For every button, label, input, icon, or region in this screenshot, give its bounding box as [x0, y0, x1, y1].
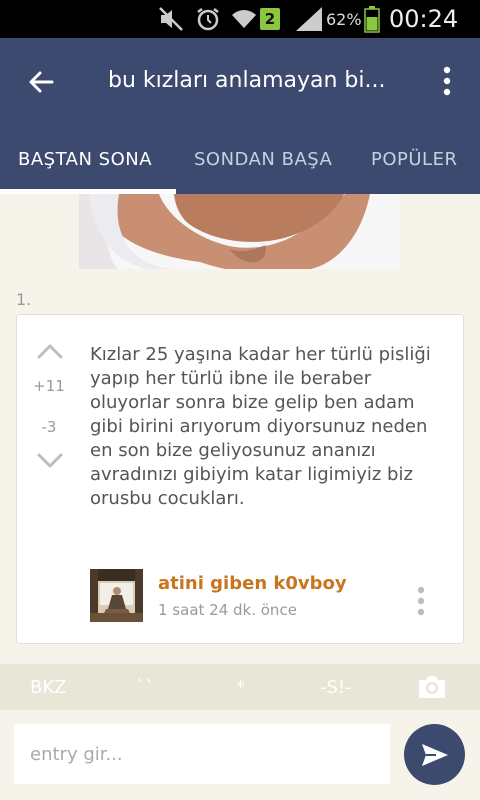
entry-number: 1. [16, 290, 32, 309]
notification-badge: 2 [260, 0, 280, 38]
topic-title: bu kızları anlamayan bi... [108, 68, 386, 93]
post-image[interactable] [79, 194, 400, 269]
status-bar: 2 62% 00:24 [0, 0, 480, 38]
send-icon [421, 743, 448, 766]
tab-populer[interactable]: POPÜLER [371, 124, 457, 194]
shortcut-bar: BKZ `` * -S!- [0, 664, 480, 710]
avatar[interactable] [90, 569, 143, 622]
signal-icon [294, 0, 324, 38]
alarm-icon [195, 0, 221, 38]
entry-overflow-menu-icon[interactable] [414, 585, 428, 617]
compose-area [0, 710, 480, 800]
tab-sondan-basa[interactable]: SONDAN BAŞA [194, 124, 332, 194]
downvote-count: -3 [41, 418, 57, 436]
back-arrow-icon[interactable] [22, 62, 62, 102]
clock: 00:24 [389, 5, 459, 33]
camera-icon[interactable] [416, 664, 448, 710]
downvote-chevron-icon[interactable] [37, 451, 63, 471]
battery-percent: 62% [326, 9, 362, 29]
shortcut-spoiler-button[interactable]: -S!- [320, 664, 352, 710]
battery-icon [364, 0, 380, 38]
author-name[interactable]: atini giben k0vboy [158, 573, 347, 594]
tab-bastan-sona[interactable]: BAŞTAN SONA [18, 124, 152, 194]
shortcut-backtick-button[interactable]: `` [136, 664, 154, 710]
send-button[interactable] [404, 724, 465, 785]
entry-timestamp: 1 saat 24 dk. önce [158, 601, 297, 619]
entry-text: Kızlar 25 yaşına kadar her türlü pisliği… [90, 344, 431, 509]
entry-card: +11 -3 Kızlar 25 yaşına kadar her türlü … [16, 314, 464, 644]
shortcut-asterisk-button[interactable]: * [236, 664, 245, 710]
upvote-chevron-icon[interactable] [37, 341, 63, 361]
overflow-menu-icon[interactable] [432, 64, 462, 98]
tab-bar: BAŞTAN SONA SONDAN BAŞA POPÜLER [0, 124, 480, 194]
shortcut-bkz-button[interactable]: BKZ [30, 664, 66, 710]
entry-input[interactable] [14, 724, 390, 784]
mute-icon [158, 0, 184, 38]
wifi-icon [231, 0, 257, 38]
upvote-count: +11 [33, 377, 65, 395]
app-bar: bu kızları anlamayan bi... [0, 38, 480, 124]
